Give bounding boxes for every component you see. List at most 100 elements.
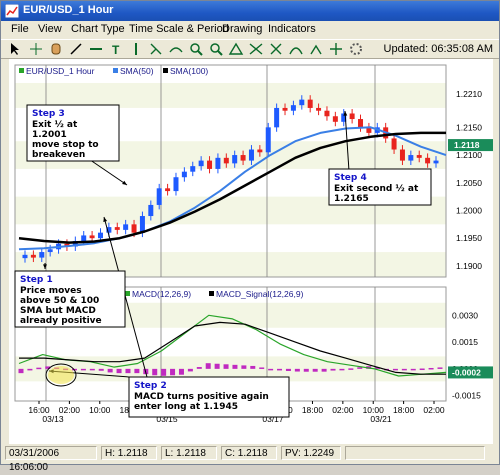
candle-body [81, 235, 87, 241]
macd-tick-label: 0.0030 [452, 310, 478, 320]
candle-body [257, 149, 263, 153]
pointer-icon[interactable] [11, 43, 19, 55]
candle-body [39, 252, 45, 258]
candle-body [198, 160, 204, 167]
price-tick-label: 1.2150 [456, 122, 482, 132]
candle-body [215, 157, 221, 169]
tool-glyph [249, 43, 263, 55]
annotation-step3-text: breakeven [32, 150, 85, 160]
annotation-step3-text: 1.2001 [32, 130, 67, 140]
zoom-out-icon[interactable] [210, 43, 223, 56]
tool-glyph [289, 47, 303, 55]
cycles-icon[interactable] [330, 43, 342, 55]
histogram-bar [196, 367, 202, 369]
hand-icon[interactable] [51, 43, 61, 55]
status-pv: PV: 1.2249 [281, 446, 341, 460]
text-glyph: T [112, 43, 120, 57]
histogram-bar [241, 365, 247, 369]
annotation-step1-title: Step 1 [20, 275, 53, 285]
candle-body [165, 188, 171, 192]
histogram-bar [187, 368, 193, 372]
candle-body [47, 249, 53, 253]
histogram-bar [419, 368, 425, 371]
menu-view[interactable]: View [38, 23, 62, 35]
fan-icon[interactable] [289, 47, 303, 55]
histogram-bar [89, 368, 95, 371]
candle-body [290, 105, 296, 111]
price-tick-label: 1.1900 [456, 261, 482, 271]
histogram-bar [339, 368, 345, 371]
annotation-step4-text: Exit second ½ at [334, 183, 419, 194]
histogram-bar [277, 368, 283, 371]
gear-glyph [350, 43, 362, 55]
candle-body [30, 254, 36, 258]
menu-bar: File View Chart Type Time Scale & Period… [1, 21, 499, 39]
candle-body [391, 138, 397, 150]
menu-file[interactable]: File [11, 23, 29, 35]
chart-app-icon [5, 4, 19, 18]
histogram-bar [428, 367, 434, 370]
line-icon[interactable] [70, 43, 82, 55]
zoom-in-icon[interactable] [190, 43, 203, 56]
candle-body [89, 235, 95, 239]
tool-glyph [169, 47, 183, 53]
macd-tick-label: -0.0015 [452, 391, 481, 401]
tool-glyph [270, 43, 282, 55]
histogram-bar [437, 367, 443, 369]
candle-body [332, 116, 338, 122]
histogram-bar [152, 368, 158, 376]
histogram-bar [401, 368, 407, 371]
analysis-icon[interactable] [249, 43, 263, 55]
macd-tick-label: 0.0015 [452, 337, 478, 347]
candle-body [425, 157, 431, 164]
status-high: H: 1.2118 [101, 446, 157, 460]
histogram-bar [125, 368, 131, 374]
histogram-bar [303, 368, 309, 372]
histogram-bar [285, 368, 291, 371]
price-tick-label: 1.2050 [456, 178, 482, 188]
settings-icon[interactable] [350, 43, 362, 55]
menu-indicators[interactable]: Indicators [268, 23, 316, 35]
channel-icon[interactable] [150, 43, 162, 55]
price-tick-label: 1.1950 [456, 233, 482, 243]
pitchfork-icon[interactable] [270, 43, 282, 55]
chart-area[interactable]: EUR/USD_1 Hour SMA(50) SMA(100) MACD(12,26,… [9, 59, 493, 444]
candle-body [240, 155, 246, 161]
histogram-bar [178, 368, 184, 375]
title-bar[interactable]: EUR/USD_1 Hour [1, 1, 499, 21]
histogram-bar [250, 365, 256, 369]
candle-body [190, 166, 196, 172]
candle-body [416, 155, 422, 158]
candle-body [114, 227, 120, 230]
histogram-bar [107, 368, 113, 373]
arc-icon[interactable] [310, 44, 322, 55]
menu-drawing[interactable]: Drawing [222, 23, 262, 35]
time-date-label: 03/21 [370, 414, 392, 424]
crosshair-icon[interactable] [30, 43, 42, 55]
ruler-icon[interactable] [228, 42, 244, 55]
histogram-bar [18, 368, 24, 374]
histogram-bar [357, 367, 363, 369]
handle-glyph [217, 50, 223, 56]
histogram-bar [98, 368, 104, 371]
text-tool-icon[interactable]: T [112, 43, 120, 57]
histogram-bar [80, 368, 86, 371]
fibonacci-icon[interactable] [169, 47, 183, 53]
histogram-bar [312, 368, 318, 372]
legend-price-label: EUR/USD_1 Hour [26, 66, 95, 76]
candle-body [316, 107, 322, 111]
candle-body [324, 110, 330, 117]
time-tick-label: 18:00 [302, 405, 324, 415]
tool-glyph [330, 43, 342, 55]
histogram-highlight-fill [48, 366, 74, 384]
menu-chart-type[interactable]: Chart Type [71, 23, 125, 35]
price-tick-label: 1.2210 [456, 89, 482, 99]
annotation-step3: Step 3Exit ½ at1.2001move stop tobreakev… [26, 104, 120, 162]
price-band [15, 83, 446, 108]
annotation-step2: Step 2MACD turns positive againenter lon… [128, 376, 290, 418]
menu-time-scale-period[interactable]: Time Scale & Period [129, 23, 229, 35]
candle-body [131, 224, 137, 233]
current-price-label: 1.2118 [454, 140, 480, 150]
window-title: EUR/USD_1 Hour [23, 4, 114, 16]
candle-body [22, 254, 28, 259]
